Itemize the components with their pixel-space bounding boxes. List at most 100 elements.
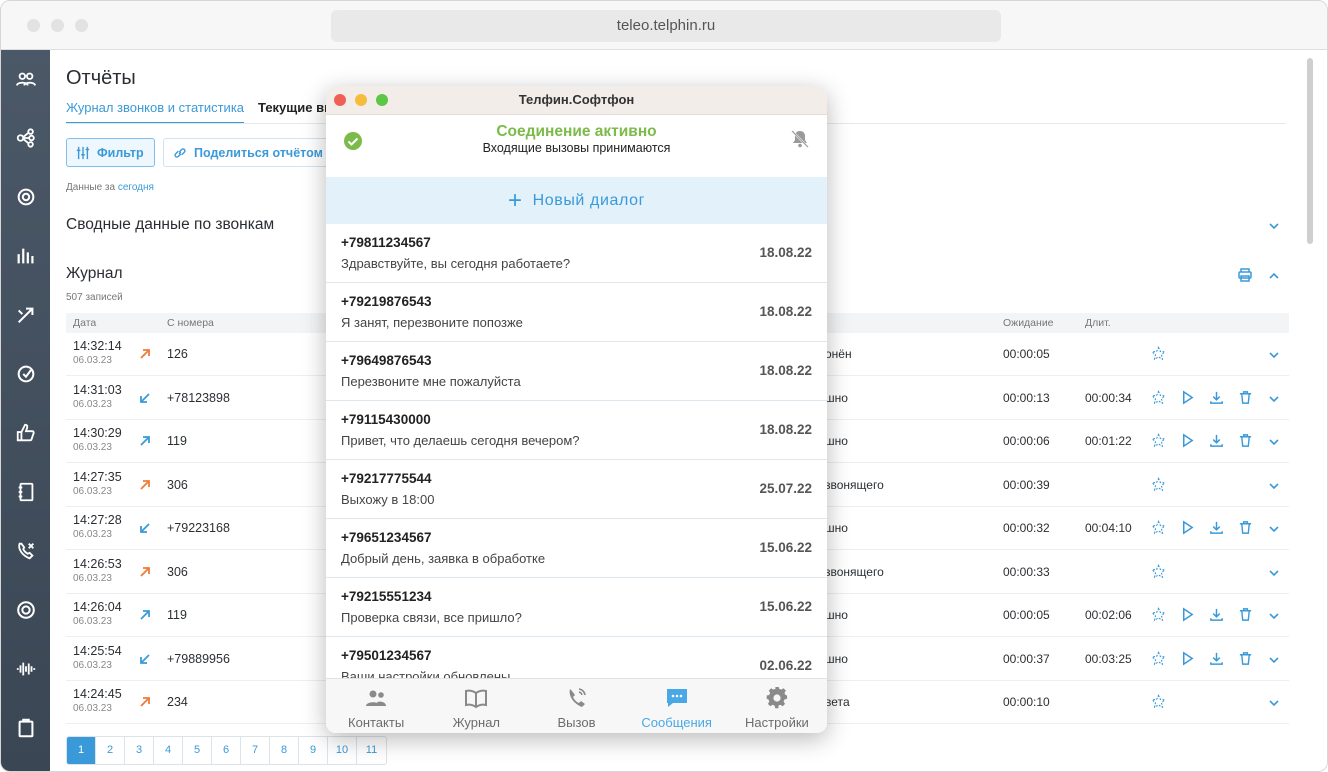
chevron-down-icon[interactable]	[1268, 697, 1280, 709]
trash-icon[interactable]	[1238, 390, 1253, 405]
chat-icon	[665, 687, 689, 712]
chevron-down-icon[interactable]	[1268, 393, 1280, 405]
message-item[interactable]: +79219876543 Я занят, перезвоните попозж…	[326, 283, 827, 342]
message-date: 25.07.22	[759, 481, 812, 496]
rate-star-icon[interactable]	[1151, 520, 1166, 535]
softphone-maximize-dot[interactable]	[376, 94, 388, 106]
message-item[interactable]: +79215551234 Проверка связи, все пришло?…	[326, 578, 827, 637]
play-icon[interactable]	[1180, 389, 1195, 405]
record-icon[interactable]	[13, 597, 38, 622]
download-icon[interactable]	[1209, 651, 1224, 666]
chevron-down-icon[interactable]	[1268, 523, 1280, 535]
play-icon[interactable]	[1180, 650, 1195, 666]
notebook-icon[interactable]	[13, 479, 38, 504]
page-7[interactable]: 7	[241, 737, 270, 764]
chevron-down-icon[interactable]	[1268, 480, 1280, 492]
page-6[interactable]: 6	[212, 737, 241, 764]
play-icon[interactable]	[1180, 433, 1195, 448]
page-9[interactable]: 9	[299, 737, 328, 764]
page-scrollbar[interactable]	[1307, 58, 1313, 244]
call-time: 14:25:54	[73, 643, 122, 658]
download-icon[interactable]	[1209, 390, 1224, 405]
target-icon[interactable]	[13, 361, 38, 386]
tab-call-journal[interactable]: Журнал звонков и статистика	[66, 100, 245, 124]
softphone-tab-contacts[interactable]: Контакты	[326, 679, 426, 733]
network-icon[interactable]	[13, 125, 38, 150]
data-period-prefix: Данные за	[66, 182, 116, 193]
page-10[interactable]: 10	[328, 737, 357, 764]
from-number: +78123898	[167, 390, 230, 405]
trash-icon[interactable]	[1238, 433, 1253, 448]
page-8[interactable]: 8	[270, 737, 299, 764]
rate-star-icon[interactable]	[1151, 694, 1166, 709]
rate-star-icon[interactable]	[1151, 433, 1166, 448]
wait-time: 00:00:05	[1003, 347, 1050, 361]
download-icon[interactable]	[1209, 520, 1224, 535]
voice-icon[interactable]	[13, 656, 38, 681]
new-dialog-button[interactable]: + Новый диалог	[326, 177, 827, 224]
softphone-tab-book[interactable]: Журнал	[426, 679, 526, 733]
trash-icon[interactable]	[1238, 520, 1253, 535]
message-number: +79651234567	[341, 530, 432, 545]
softphone-minimize-dot[interactable]	[355, 94, 367, 106]
message-item[interactable]: +79649876543 Перезвоните мне пожалуйста …	[326, 342, 827, 401]
softphone-tab-gear[interactable]: Настройки	[727, 679, 827, 733]
chevron-down-icon[interactable]	[1268, 567, 1280, 579]
page-3[interactable]: 3	[125, 737, 154, 764]
chevron-down-icon[interactable]	[1268, 220, 1280, 232]
download-icon[interactable]	[1209, 433, 1224, 448]
missed-call-icon[interactable]	[13, 538, 38, 563]
rate-star-icon[interactable]	[1151, 389, 1166, 405]
chevron-up-icon[interactable]	[1268, 270, 1280, 282]
bell-off-icon[interactable]	[790, 129, 810, 149]
play-icon[interactable]	[1180, 520, 1195, 535]
chevron-down-icon[interactable]	[1268, 436, 1280, 448]
softphone-tab-phone[interactable]: Вызов	[526, 679, 626, 733]
softphone-close-dot[interactable]	[334, 94, 346, 106]
message-date: 18.08.22	[759, 304, 812, 319]
message-item[interactable]: +79651234567 Добрый день, заявка в обраб…	[326, 519, 827, 578]
message-item[interactable]: +79115430000 Привет, что делаешь сегодня…	[326, 401, 827, 460]
play-icon[interactable]	[1180, 607, 1195, 622]
close-dot[interactable]	[27, 19, 40, 32]
rate-star-icon[interactable]	[1151, 346, 1166, 361]
page-2[interactable]: 2	[96, 737, 125, 764]
minimize-dot[interactable]	[51, 19, 64, 32]
rate-star-icon[interactable]	[1151, 607, 1166, 622]
chevron-down-icon[interactable]	[1268, 349, 1280, 361]
clipboard-icon[interactable]	[13, 715, 38, 740]
filter-button[interactable]: Фильтр	[66, 138, 155, 167]
from-number: +79223168	[167, 521, 230, 535]
data-period-link[interactable]: сегодня	[118, 182, 154, 193]
softphone-tab-chat[interactable]: Сообщения	[627, 679, 727, 733]
message-item[interactable]: +79501234567 Ваши настройки обновлены 02…	[326, 637, 827, 678]
settings-icon[interactable]	[13, 184, 38, 209]
message-item[interactable]: +79811234567 Здравствуйте, вы сегодня ра…	[326, 224, 827, 283]
trash-icon[interactable]	[1238, 651, 1253, 666]
print-icon[interactable]	[1237, 267, 1253, 283]
chevron-down-icon[interactable]	[1268, 610, 1280, 622]
message-text: Я занят, перезвоните попозже	[341, 315, 523, 330]
rate-star-icon[interactable]	[1151, 476, 1166, 492]
thumbs-up-icon[interactable]	[13, 420, 38, 445]
users-icon[interactable]	[13, 66, 38, 91]
stats-icon[interactable]	[13, 243, 38, 268]
page-5[interactable]: 5	[183, 737, 212, 764]
routing-icon[interactable]	[13, 302, 38, 327]
rate-star-icon[interactable]	[1151, 563, 1166, 579]
address-bar[interactable]: teleo.telphin.ru	[331, 10, 1001, 42]
message-list: +79811234567 Здравствуйте, вы сегодня ра…	[326, 224, 827, 678]
maximize-dot[interactable]	[75, 19, 88, 32]
page-4[interactable]: 4	[154, 737, 183, 764]
softphone-window-controls	[334, 94, 388, 106]
download-icon[interactable]	[1209, 607, 1224, 622]
rate-star-icon[interactable]	[1151, 650, 1166, 666]
page-11[interactable]: 11	[357, 737, 386, 764]
page-1[interactable]: 1	[67, 737, 96, 764]
message-date: 02.06.22	[759, 658, 812, 673]
message-item[interactable]: +79217775544 Выхожу в 18:00 25.07.22	[326, 460, 827, 519]
chevron-down-icon[interactable]	[1268, 654, 1280, 666]
call-date: 06.03.23	[73, 529, 112, 540]
trash-icon[interactable]	[1238, 607, 1253, 622]
softphone-tab-label: Сообщения	[641, 715, 712, 730]
